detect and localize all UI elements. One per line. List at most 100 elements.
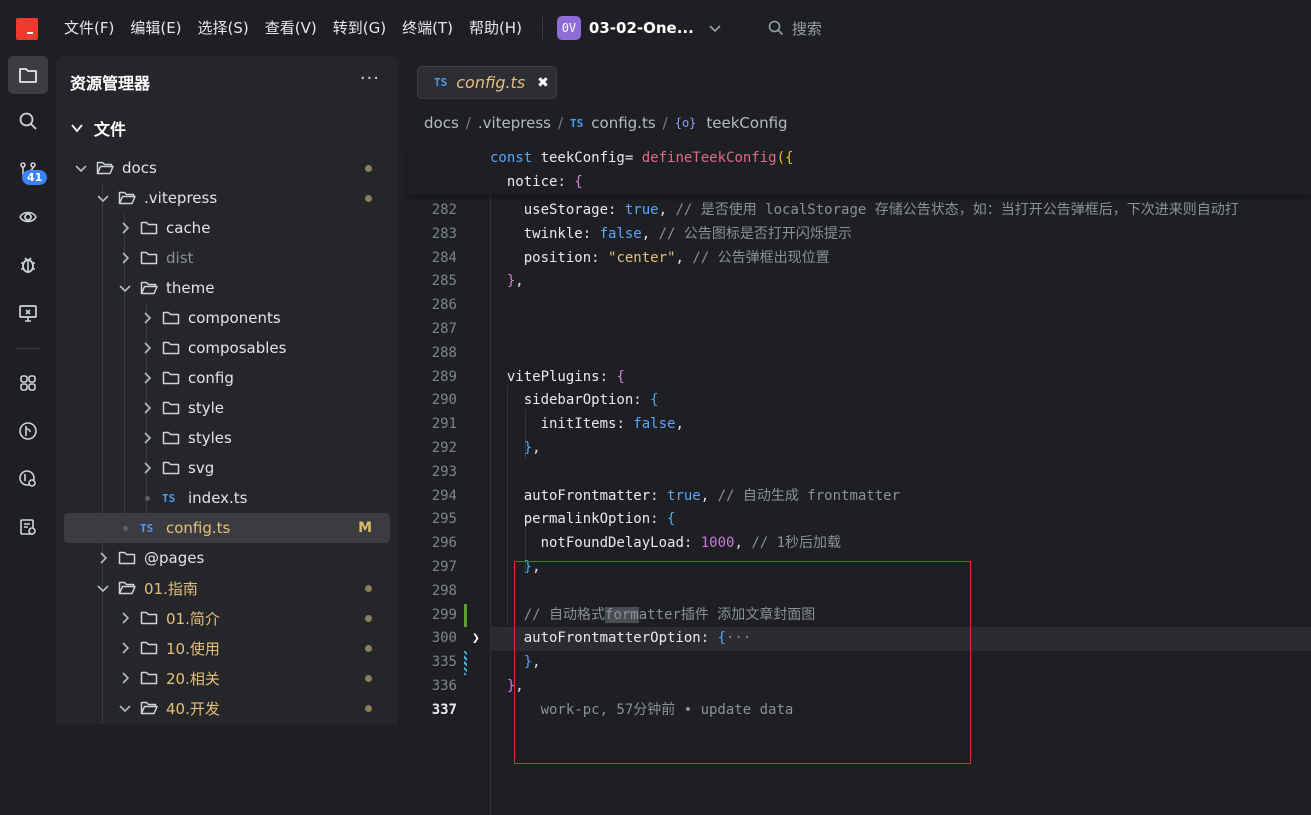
code-token: position: [523, 249, 592, 266]
folder-item[interactable]: dist: [56, 243, 398, 273]
code-token: {: [574, 173, 583, 190]
fold-chevron-icon[interactable]: ❯: [472, 627, 480, 651]
file-item[interactable]: TS index.ts: [56, 483, 398, 513]
tree-item-label: cache: [166, 219, 211, 237]
breadcrumb-teekconfig[interactable]: teekConfig: [706, 114, 787, 132]
menu-terminal[interactable]: 终端(T): [394, 0, 461, 56]
title-bar: 文件(F) 编辑(E) 选择(S) 查看(V) 转到(G) 终端(T) 帮助(H…: [0, 0, 1311, 56]
menu-edit[interactable]: 编辑(E): [122, 0, 189, 56]
code-editor[interactable]: const teekConfig= defineTeekConfig({ not…: [408, 145, 1311, 815]
code-line[interactable]: 294 autoFrontmatter: true, // 自动生成 front…: [408, 485, 1311, 509]
folder-item[interactable]: cache: [56, 213, 398, 243]
folder-icon: [140, 251, 158, 265]
more-actions-icon[interactable]: ···: [360, 68, 380, 89]
changes-dot-icon: [365, 674, 372, 682]
menu-divider: [541, 17, 543, 39]
files-section-header[interactable]: 文件: [70, 116, 126, 140]
folder-item[interactable]: theme: [56, 273, 398, 303]
line-number: 282: [431, 202, 457, 218]
code-line[interactable]: 291 initItems: false,: [408, 413, 1311, 437]
extensions-icon[interactable]: [8, 364, 48, 402]
folder-item[interactable]: style: [56, 393, 398, 423]
folder-item[interactable]: config: [56, 363, 398, 393]
folder-item[interactable]: .vitepress: [56, 183, 398, 213]
tab-config-ts[interactable]: TS config.ts ✖: [417, 66, 557, 99]
folder-item[interactable]: composables: [56, 333, 398, 363]
menu-help[interactable]: 帮助(H): [461, 0, 530, 56]
folder-item[interactable]: 01.指南: [56, 573, 398, 603]
file-item[interactable]: TS config.ts M: [64, 513, 390, 543]
remote-icon[interactable]: [8, 198, 48, 236]
breadcrumb: docs / .vitepress / TS config.ts / {o} t…: [424, 114, 788, 132]
sticky-code-line[interactable]: const teekConfig= defineTeekConfig({: [408, 147, 1311, 171]
code-token: true: [667, 487, 701, 504]
code-line[interactable]: 285 },: [408, 270, 1311, 294]
menu-file[interactable]: 文件(F): [56, 0, 122, 56]
code-line[interactable]: 286: [408, 294, 1311, 318]
debug-icon[interactable]: [8, 246, 48, 284]
git-added-marker[interactable]: [464, 603, 467, 628]
explorer-icon[interactable]: [8, 56, 48, 94]
code-line[interactable]: 288: [408, 342, 1311, 366]
breadcrumb-separator: /: [465, 114, 471, 132]
folder-item[interactable]: 01.简介: [56, 603, 398, 633]
breadcrumb-docs[interactable]: docs: [424, 114, 459, 132]
folder-item[interactable]: components: [56, 303, 398, 333]
bullet-icon: [123, 525, 128, 531]
git-modified-marker[interactable]: [464, 651, 467, 675]
code-text: notice: {: [490, 171, 583, 195]
menu-selection[interactable]: 选择(S): [190, 0, 257, 56]
folder-item[interactable]: styles: [56, 423, 398, 453]
code-line[interactable]: 284 position: "center", // 公告弹框出现位置: [408, 247, 1311, 271]
changes-dot-icon: [365, 584, 372, 592]
modified-status-badge: M: [358, 520, 372, 536]
search-icon[interactable]: [8, 102, 48, 140]
command-search[interactable]: 搜索: [768, 18, 822, 39]
code-line[interactable]: 293: [408, 461, 1311, 485]
file-tree: docs .vitepress cache dist theme components co…: [56, 153, 398, 723]
changes-dot-icon: [365, 194, 372, 202]
sticky-scroll-header[interactable]: const teekConfig= defineTeekConfig({ not…: [408, 145, 1311, 195]
folder-item[interactable]: 10.使用: [56, 633, 398, 663]
code-token: initItems: [540, 416, 617, 433]
code-token: {: [616, 368, 625, 385]
chevron-down-icon: [75, 165, 87, 173]
code-line[interactable]: 295 permalinkOption: {: [408, 508, 1311, 532]
sticky-code-line[interactable]: notice: {: [408, 171, 1311, 195]
breadcrumb-vitepress[interactable]: .vitepress: [478, 114, 551, 132]
code-token: :: [633, 392, 651, 409]
code-line[interactable]: 282 useStorage: true, // 是否使用 localStora…: [408, 199, 1311, 223]
folder-item[interactable]: 20.相关: [56, 663, 398, 693]
folder-item[interactable]: @pages: [56, 543, 398, 573]
folder-item[interactable]: svg: [56, 453, 398, 483]
code-line[interactable]: 283 twinkle: false, // 公告图标是否打开闪烁提示: [408, 223, 1311, 247]
extension-settings-icon[interactable]: [8, 508, 48, 546]
code-line[interactable]: 287: [408, 318, 1311, 342]
chevron-down-icon[interactable]: [708, 21, 722, 35]
folder-item[interactable]: 40.开发: [56, 693, 398, 723]
chevron-right-icon: [144, 372, 152, 384]
project-name[interactable]: 03-02-One...: [589, 19, 694, 37]
git-graph-icon[interactable]: [8, 412, 48, 450]
breadcrumb-config-ts[interactable]: config.ts: [591, 114, 655, 132]
menu-view[interactable]: 查看(V): [257, 0, 325, 56]
close-icon[interactable]: ✖: [537, 75, 549, 91]
tree-item-label: 40.开发: [166, 699, 220, 718]
project-badge[interactable]: 0V: [556, 16, 581, 40]
code-token: :: [616, 416, 634, 433]
folder-item[interactable]: docs: [56, 153, 398, 183]
code-token: teekConfig: [540, 150, 625, 166]
code-line[interactable]: 292 },: [408, 437, 1311, 461]
tree-item-label: style: [188, 399, 224, 417]
tree-item-label: 10.使用: [166, 639, 220, 658]
code-line[interactable]: 296 notFoundDelayLoad: 1000, // 1秒后加载: [408, 532, 1311, 556]
folder-open-icon: [118, 581, 136, 595]
code-line[interactable]: 289 vitePlugins: {: [408, 366, 1311, 390]
code-line[interactable]: 290 sidebarOption: {: [408, 389, 1311, 413]
remote-explorer-icon[interactable]: [8, 294, 48, 332]
menu-goto[interactable]: 转到(G): [325, 0, 394, 56]
chevron-right-icon: [144, 342, 152, 354]
git-history-icon[interactable]: [8, 460, 48, 498]
changes-dot-icon: [365, 164, 372, 172]
